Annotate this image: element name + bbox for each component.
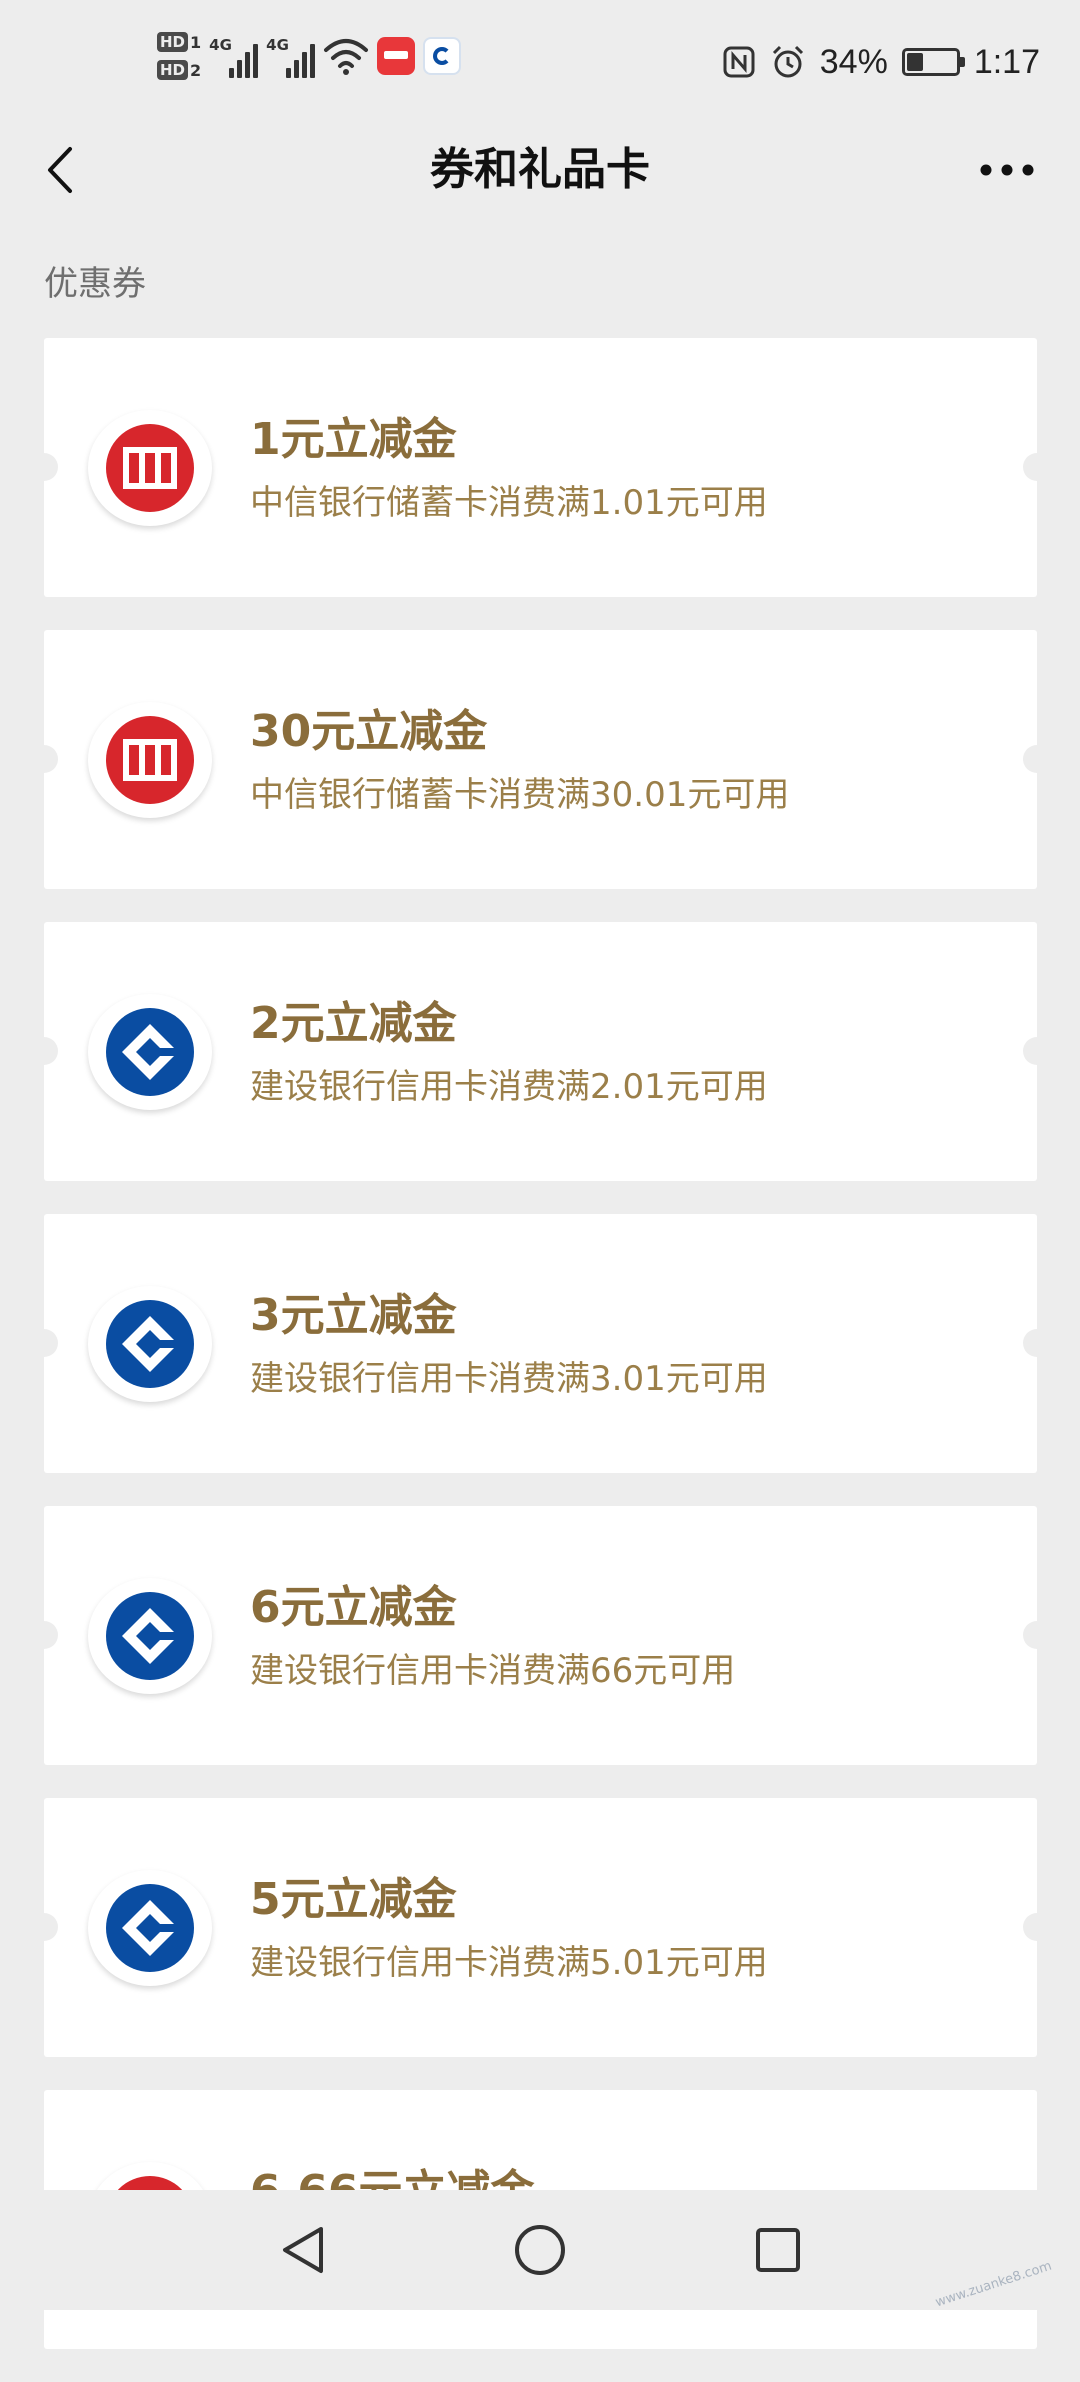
coupon-desc: 中信银行储蓄卡消费满1.01元可用: [250, 483, 768, 523]
coupon-desc: 中信银行储蓄卡消费满30.01元可用: [250, 775, 790, 815]
hd-badge: HD: [157, 32, 189, 52]
clock: 1:17: [973, 42, 1040, 81]
system-nav-bar: www.zuanke8.com: [0, 2190, 1080, 2310]
coupon-title: 3元立减金: [250, 1290, 457, 1341]
more-icon: [980, 164, 1034, 176]
more-button[interactable]: [974, 142, 1040, 198]
hd-sim2: HD 2: [157, 59, 201, 81]
sim-number: 2: [190, 60, 202, 80]
coupon-card[interactable]: 2元立减金 建设银行信用卡消费满2.01元可用: [30, 922, 1051, 1181]
status-left: HD 1 HD 2 4G 4G: [157, 28, 462, 84]
wifi-icon: [324, 39, 369, 75]
ccb-bank-logo: [88, 1870, 212, 1986]
status-bar: HD 1 HD 2 4G 4G 34% 1:17: [0, 0, 1080, 126]
system-back-button[interactable]: [268, 2216, 336, 2284]
bank-app-icon: [423, 37, 462, 75]
unionpay-app-icon: [377, 37, 416, 75]
coupon-desc: 建设银行信用卡消费满2.01元可用: [250, 1067, 768, 1107]
status-right: 34% 1:17: [722, 34, 1040, 90]
square-recents-icon: [756, 2228, 800, 2272]
coupon-card[interactable]: 5元立减金 建设银行信用卡消费满5.01元可用: [30, 1798, 1051, 2057]
coupon-title: 2元立减金: [250, 998, 457, 1049]
battery-percent: 34%: [819, 42, 888, 81]
section-label: 优惠券: [44, 264, 146, 304]
coupon-list: 1元立减金 中信银行储蓄卡消费满1.01元可用 30元立减金 中信银行储蓄卡消费…: [30, 338, 1051, 2382]
coupon-desc: 建设银行信用卡消费满66元可用: [250, 1651, 736, 1691]
alarm-icon: [772, 45, 803, 78]
system-recents-button[interactable]: [744, 2216, 812, 2284]
watermark: www.zuanke8.com: [933, 2258, 1054, 2311]
coupon-card[interactable]: 6元立减金 建设银行信用卡消费满66元可用: [30, 1506, 1051, 1765]
sim-number: 1: [190, 32, 202, 52]
hd-indicators: HD 1 HD 2: [157, 31, 201, 81]
system-home-button[interactable]: [506, 2216, 574, 2284]
network-type: 4G: [209, 36, 232, 54]
citic-bank-logo: [88, 702, 212, 818]
hd-badge: HD: [157, 60, 189, 80]
ccb-bank-logo: [88, 1286, 212, 1402]
signal-icon: 4G: [209, 34, 259, 78]
coupon-card[interactable]: 30元立减金 中信银行储蓄卡消费满30.01元可用: [30, 630, 1051, 889]
coupon-title: 5元立减金: [250, 1874, 457, 1925]
battery-icon: [901, 48, 965, 76]
coupon-card[interactable]: 3元立减金 建设银行信用卡消费满3.01元可用: [30, 1214, 1051, 1473]
coupon-title: 1元立减金: [250, 414, 457, 465]
ccb-bank-logo: [88, 994, 212, 1110]
network-type: 4G: [266, 36, 289, 54]
hd-sim1: HD 1: [157, 31, 201, 53]
page-title: 券和礼品卡: [430, 144, 650, 195]
coupon-desc: 建设银行信用卡消费满5.01元可用: [250, 1943, 768, 1983]
coupon-card[interactable]: 1元立减金 中信银行储蓄卡消费满1.01元可用: [30, 338, 1051, 597]
circle-home-icon: [515, 2225, 565, 2275]
coupon-title: 6元立减金: [250, 1582, 457, 1633]
triangle-back-icon: [283, 2227, 323, 2273]
coupon-title: 30元立减金: [250, 706, 488, 757]
ccb-bank-logo: [88, 1578, 212, 1694]
signal-icon: 4G: [266, 34, 316, 78]
coupon-desc: 建设银行信用卡消费满3.01元可用: [250, 1359, 768, 1399]
nfc-icon: [723, 46, 755, 78]
citic-bank-logo: [88, 410, 212, 526]
nav-bar: 券和礼品卡: [0, 126, 1080, 214]
